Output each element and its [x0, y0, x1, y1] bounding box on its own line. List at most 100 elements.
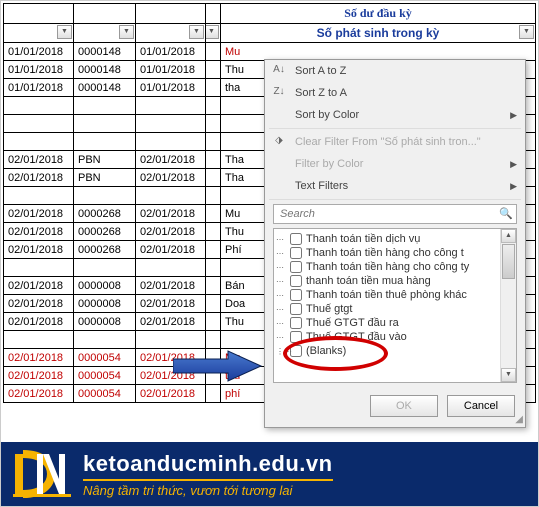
filter-dropdown-icon[interactable]: ▼ — [519, 25, 534, 39]
cell[interactable]: 0000008 — [74, 277, 136, 295]
cell[interactable] — [206, 385, 221, 403]
cell[interactable] — [206, 223, 221, 241]
cell[interactable] — [206, 313, 221, 331]
cell[interactable] — [74, 187, 136, 205]
cell[interactable]: 02/01/2018 — [4, 205, 74, 223]
checkbox[interactable] — [290, 331, 302, 343]
cell[interactable] — [206, 295, 221, 313]
cell[interactable] — [4, 331, 74, 349]
filter-checkbox-item[interactable]: ⋯Thuế gtgt — [276, 302, 514, 316]
resize-handle-icon[interactable]: ◢ — [515, 414, 523, 425]
cell[interactable]: 02/01/2018 — [4, 151, 74, 169]
cell[interactable] — [206, 241, 221, 259]
cell[interactable]: PBN — [74, 169, 136, 187]
cell[interactable]: 0000008 — [74, 295, 136, 313]
cell[interactable]: 0000148 — [74, 61, 136, 79]
cell[interactable]: 0000054 — [74, 367, 136, 385]
header-sophatsinh[interactable]: Số phát sinh trong kỳ▼ — [221, 24, 536, 43]
cell[interactable] — [136, 331, 206, 349]
cell[interactable]: 01/01/2018 — [136, 79, 206, 97]
cell[interactable] — [74, 133, 136, 151]
cell[interactable]: 02/01/2018 — [136, 223, 206, 241]
filter-dropdown-icon[interactable]: ▼ — [189, 25, 204, 39]
checkbox[interactable] — [290, 275, 302, 287]
cell[interactable]: 02/01/2018 — [4, 241, 74, 259]
cell[interactable]: 02/01/2018 — [136, 313, 206, 331]
cell[interactable]: 02/01/2018 — [4, 385, 74, 403]
cell[interactable]: 02/01/2018 — [136, 151, 206, 169]
cell[interactable]: 01/01/2018 — [136, 43, 206, 61]
cell[interactable] — [206, 133, 221, 151]
ok-button[interactable]: OK — [370, 395, 438, 417]
cell[interactable] — [4, 187, 74, 205]
scrollbar[interactable]: ▲ ▼ — [500, 229, 516, 382]
filter-checkbox-item[interactable]: ⋮⋯(Blanks) — [276, 344, 514, 358]
search-input[interactable] — [273, 204, 517, 224]
filter-checkbox-item[interactable]: ⋯thanh toán tiền mua hàng — [276, 274, 514, 288]
cell[interactable]: 02/01/2018 — [4, 313, 74, 331]
filter-checkbox-item[interactable]: ⋯Thanh toán tiền hàng cho công ty — [276, 260, 514, 274]
cell[interactable] — [206, 151, 221, 169]
cell[interactable]: 02/01/2018 — [4, 349, 74, 367]
cell[interactable] — [136, 97, 206, 115]
cell[interactable]: 02/01/2018 — [136, 295, 206, 313]
cell[interactable]: 01/01/2018 — [136, 61, 206, 79]
cell[interactable]: 01/01/2018 — [4, 79, 74, 97]
cell[interactable] — [74, 115, 136, 133]
cell[interactable]: 02/01/2018 — [136, 169, 206, 187]
cell[interactable] — [74, 331, 136, 349]
cell[interactable] — [74, 259, 136, 277]
checkbox[interactable] — [290, 247, 302, 259]
filter-checkbox-item[interactable]: ⋯Thanh toán tiền thuê phòng khác — [276, 288, 514, 302]
cell[interactable] — [136, 115, 206, 133]
cell[interactable] — [74, 97, 136, 115]
cell[interactable]: 0000268 — [74, 241, 136, 259]
cell[interactable]: 0000054 — [74, 349, 136, 367]
cell[interactable] — [136, 133, 206, 151]
cell[interactable] — [136, 187, 206, 205]
cell[interactable] — [4, 97, 74, 115]
cell[interactable]: 02/01/2018 — [4, 367, 74, 385]
scroll-thumb[interactable] — [502, 244, 515, 279]
cell[interactable] — [206, 79, 221, 97]
cell[interactable] — [206, 259, 221, 277]
cell[interactable]: 02/01/2018 — [4, 223, 74, 241]
filter-dropdown-icon[interactable]: ▼ — [206, 25, 220, 39]
cell[interactable]: 0000008 — [74, 313, 136, 331]
text-filters[interactable]: Text Filters▶ — [265, 175, 525, 197]
cell[interactable]: 0000148 — [74, 43, 136, 61]
cell[interactable]: 02/01/2018 — [136, 277, 206, 295]
sort-az[interactable]: A↓Sort A to Z — [265, 60, 525, 82]
filter-cell[interactable]: ▼ — [74, 24, 136, 43]
cell[interactable]: 0000268 — [74, 205, 136, 223]
sort-by-color[interactable]: Sort by Color▶ — [265, 104, 525, 126]
checkbox[interactable] — [290, 233, 302, 245]
cancel-button[interactable]: Cancel — [447, 395, 515, 417]
cell[interactable] — [206, 187, 221, 205]
cell[interactable] — [206, 277, 221, 295]
filter-cell[interactable]: ▼ — [136, 24, 206, 43]
checkbox[interactable] — [290, 261, 302, 273]
filter-checkbox-item[interactable]: ⋯Thuế GTGT đầu vào — [276, 330, 514, 344]
cell[interactable]: 01/01/2018 — [4, 61, 74, 79]
filter-dropdown-icon[interactable]: ▼ — [57, 25, 72, 39]
cell[interactable]: 02/01/2018 — [136, 241, 206, 259]
checkbox[interactable] — [290, 317, 302, 329]
cell[interactable]: 02/01/2018 — [4, 295, 74, 313]
cell[interactable]: 02/01/2018 — [4, 277, 74, 295]
scroll-down-icon[interactable]: ▼ — [501, 368, 516, 382]
cell[interactable] — [136, 259, 206, 277]
cell[interactable] — [4, 259, 74, 277]
cell[interactable] — [4, 133, 74, 151]
filter-checkbox-item[interactable]: ⋯Thanh toán tiền hàng cho công t — [276, 246, 514, 260]
cell[interactable] — [206, 169, 221, 187]
cell[interactable]: 02/01/2018 — [136, 205, 206, 223]
filter-dropdown-icon[interactable]: ▼ — [119, 25, 134, 39]
cell[interactable] — [206, 331, 221, 349]
cell[interactable] — [206, 205, 221, 223]
checkbox[interactable] — [290, 303, 302, 315]
filter-cell[interactable]: ▼ — [206, 24, 221, 43]
cell[interactable]: 0000268 — [74, 223, 136, 241]
cell[interactable] — [4, 115, 74, 133]
sort-za[interactable]: Z↓Sort Z to A — [265, 82, 525, 104]
